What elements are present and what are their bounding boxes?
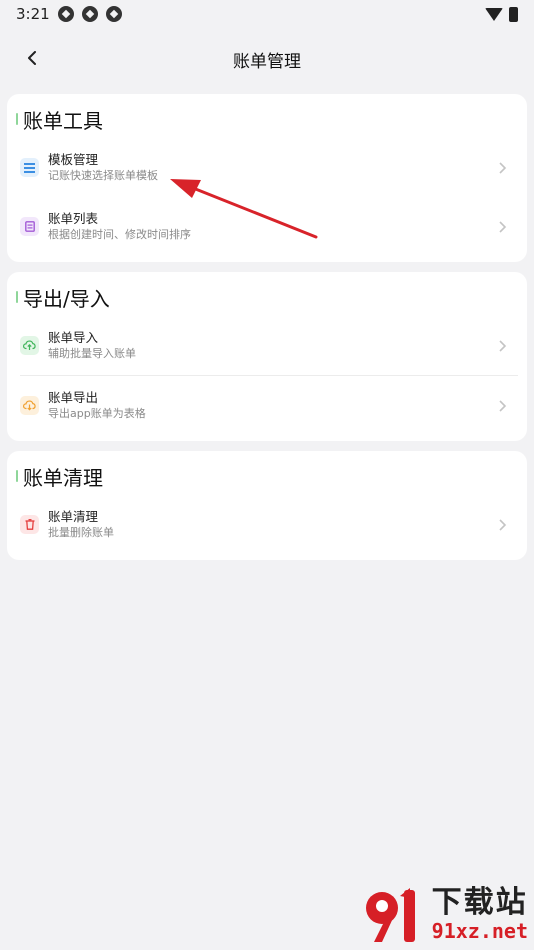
status-right [485, 6, 518, 22]
chevron-right-icon [499, 339, 507, 352]
item-subtitle: 根据创建时间、修改时间排序 [48, 228, 191, 241]
trash-icon [20, 515, 39, 534]
section-accent-bar [16, 291, 18, 303]
section-accent-bar [16, 113, 18, 125]
document-icon [20, 217, 39, 236]
item-title: 模板管理 [48, 152, 99, 167]
menu-item-bill-import[interactable]: 账单导入 辅助批量导入账单 [16, 316, 518, 375]
chevron-right-icon [499, 518, 507, 531]
cloud-download-icon [20, 396, 39, 415]
item-title: 账单导入 [48, 330, 99, 345]
status-time: 3:21 [16, 5, 50, 23]
chevron-left-icon [28, 51, 36, 65]
nav-bar: 账单管理 [0, 28, 534, 90]
section-header: 导出/导入 [16, 282, 518, 312]
section-bill-tools: 账单工具 模板管理 记账快速选择账单模板 账单列表 根据创建时间、修改时间排序 [7, 94, 527, 262]
section-header: 账单清理 [16, 461, 518, 491]
status-bar: 3:21 [0, 0, 534, 28]
status-left: 3:21 [16, 5, 122, 23]
watermark: 下载站 91xz.net [360, 884, 528, 946]
section-header: 账单工具 [16, 104, 518, 134]
item-subtitle: 批量删除账单 [48, 526, 114, 539]
notification-icon [57, 6, 74, 22]
item-title: 账单导出 [48, 390, 99, 405]
battery-icon [509, 6, 518, 22]
item-title: 账单清理 [48, 509, 99, 524]
section-bill-cleanup: 账单清理 账单清理 批量删除账单 [7, 451, 527, 560]
cloud-upload-icon [20, 336, 39, 355]
item-title: 账单列表 [48, 211, 99, 226]
watermark-url: 91xz.net [431, 919, 528, 943]
chevron-right-icon [499, 399, 507, 412]
chevron-right-icon [499, 220, 507, 233]
notification-icon [81, 6, 98, 22]
menu-item-bill-cleanup[interactable]: 账单清理 批量删除账单 [16, 495, 518, 554]
section-export-import: 导出/导入 账单导入 辅助批量导入账单 账单导出 导出app账单为表格 [7, 272, 527, 441]
item-subtitle: 辅助批量导入账单 [48, 347, 136, 360]
section-accent-bar [16, 470, 18, 482]
menu-item-bill-export[interactable]: 账单导出 导出app账单为表格 [16, 376, 518, 435]
menu-item-bill-list[interactable]: 账单列表 根据创建时间、修改时间排序 [16, 197, 518, 256]
chevron-right-icon [499, 161, 507, 174]
item-subtitle: 记账快速选择账单模板 [48, 169, 158, 182]
section-title: 账单清理 [23, 465, 103, 490]
watermark-text: 下载站 [431, 885, 528, 920]
section-title: 导出/导入 [23, 286, 110, 311]
list-icon [20, 158, 39, 177]
page-title: 账单管理 [233, 51, 301, 72]
section-title: 账单工具 [23, 108, 103, 133]
notification-icon [105, 6, 122, 22]
watermark-logo-icon [365, 888, 415, 942]
item-subtitle: 导出app账单为表格 [48, 407, 146, 420]
menu-item-template-management[interactable]: 模板管理 记账快速选择账单模板 [16, 138, 518, 197]
wifi-icon [485, 7, 503, 21]
back-button[interactable] [20, 46, 44, 70]
